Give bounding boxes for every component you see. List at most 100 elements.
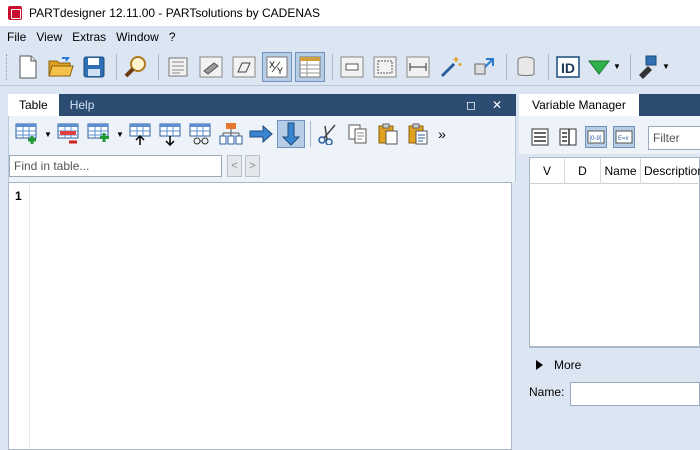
column-header-description[interactable]: Description [641,158,700,184]
table-button[interactable] [295,51,325,82]
insert-row-dropdown[interactable]: ▼ [43,130,53,139]
delete-row-button[interactable] [55,120,83,148]
column-header-d[interactable]: D [565,158,601,184]
expand-triangle-icon [536,360,543,370]
toolbar-separator [506,53,507,80]
move-down-button[interactable] [157,120,185,148]
detail-view-button[interactable] [557,126,579,148]
more-expander[interactable]: More [536,358,581,372]
column-header-v[interactable]: V [530,158,565,184]
detail-view-icon [559,128,577,146]
cut-button[interactable] [314,120,342,148]
arrow-right-button[interactable] [247,120,275,148]
menu-bar: File View Extras Window ? [0,26,700,48]
arrow-down-button[interactable] [277,120,305,148]
menu-window[interactable]: Window [111,30,164,44]
find-row-button[interactable] [187,120,215,148]
add-column-icon [87,123,109,142]
table-editor[interactable]: 1 [8,182,512,450]
variable-manager-toolbar: [0-9] E=x [519,116,700,154]
move-up-button[interactable] [127,120,155,148]
list-view-button[interactable] [529,126,551,148]
variables-button[interactable]: XY [262,51,292,82]
table-panel: Table Help ◻ ✕ ▼ ▼ » Find in table... < … [0,86,516,450]
export-button[interactable] [635,52,661,82]
open-folder-icon [48,56,74,76]
toolbar-grip[interactable] [6,53,9,80]
menu-view[interactable]: View [31,30,67,44]
database-button[interactable] [511,52,541,82]
open-button[interactable] [46,52,76,82]
table-glasses-icon [189,123,211,145]
splitter-bar[interactable] [529,347,700,353]
model-button[interactable] [196,52,226,82]
copy-icon [348,124,367,144]
range-variable-icon: [0-9] [587,130,605,144]
tab-variable-manager[interactable]: Variable Manager [519,94,639,116]
export-dropdown-arrow[interactable]: ▼ [661,62,671,71]
hierarchy-icon [219,123,243,145]
svg-text:X: X [269,60,275,70]
toolbar-separator [310,121,311,147]
toolbar-separator [158,53,159,80]
find-next-button[interactable]: > [245,155,260,177]
sketch-icon [232,56,256,77]
find-previous-button[interactable]: < [227,155,242,177]
menu-help[interactable]: ? [164,30,181,44]
magic-wand-button[interactable] [436,52,466,82]
toolbar-separator [630,53,631,80]
menu-extras[interactable]: Extras [67,30,111,44]
copy-button[interactable] [344,120,372,148]
name-field[interactable] [570,382,700,406]
toolbar-separator [116,53,117,80]
arrow-right-icon [249,125,273,143]
tab-help[interactable]: Help [59,94,106,116]
menu-file[interactable]: File [2,30,31,44]
column-header-name[interactable]: Name [601,158,641,184]
toolbar-overflow-button[interactable]: » [434,120,450,148]
dimension-icon [406,56,430,77]
paste-special-button[interactable] [404,120,432,148]
list-view-icon [531,128,549,146]
expression-variable-button[interactable]: E=x [613,126,635,148]
properties-button[interactable] [163,52,193,82]
find-row: < > [8,152,516,182]
variables-table[interactable]: V D Name Description [529,157,700,347]
model-icon [199,56,223,77]
main-toolbar: XY ID ▼ ▼ [0,48,700,86]
transfer-button[interactable] [469,52,499,82]
variable-xy-icon: XY [266,56,288,77]
maximize-icon[interactable]: ◻ [464,98,478,112]
variable-manager-panel: Variable Manager [0-9] E=x V D Name Desc… [516,86,700,450]
save-icon [83,56,105,77]
filter-dropdown-arrow[interactable]: ▼ [612,62,622,71]
component-icon [340,56,364,77]
export-icon [639,55,657,79]
add-column-dropdown[interactable]: ▼ [115,130,125,139]
frame-button[interactable] [370,52,400,82]
add-column-button[interactable] [85,120,113,148]
paste-button[interactable] [374,120,402,148]
sketch-button[interactable] [229,52,259,82]
arrow-down-icon [282,122,300,146]
close-icon[interactable]: ✕ [490,98,504,112]
more-label: More [554,358,582,372]
table-icon [299,56,321,77]
tab-table[interactable]: Table [8,94,59,116]
dimension-button[interactable] [403,52,433,82]
component-button[interactable] [337,52,367,82]
new-document-button[interactable] [13,52,43,82]
filter-input[interactable] [648,126,700,150]
svg-text:ID: ID [561,60,575,76]
filter-button[interactable] [586,52,612,82]
search-button[interactable] [121,52,151,82]
range-variable-button[interactable]: [0-9] [585,126,607,148]
transfer-icon [474,57,494,74]
insert-row-button[interactable] [13,120,41,148]
table-toolbar: ▼ ▼ » [8,116,516,152]
find-in-table-input[interactable] [9,155,222,177]
gutter-divider [29,183,30,449]
id-button[interactable]: ID [553,52,583,82]
hierarchy-button[interactable] [217,120,245,148]
save-button[interactable] [79,52,109,82]
